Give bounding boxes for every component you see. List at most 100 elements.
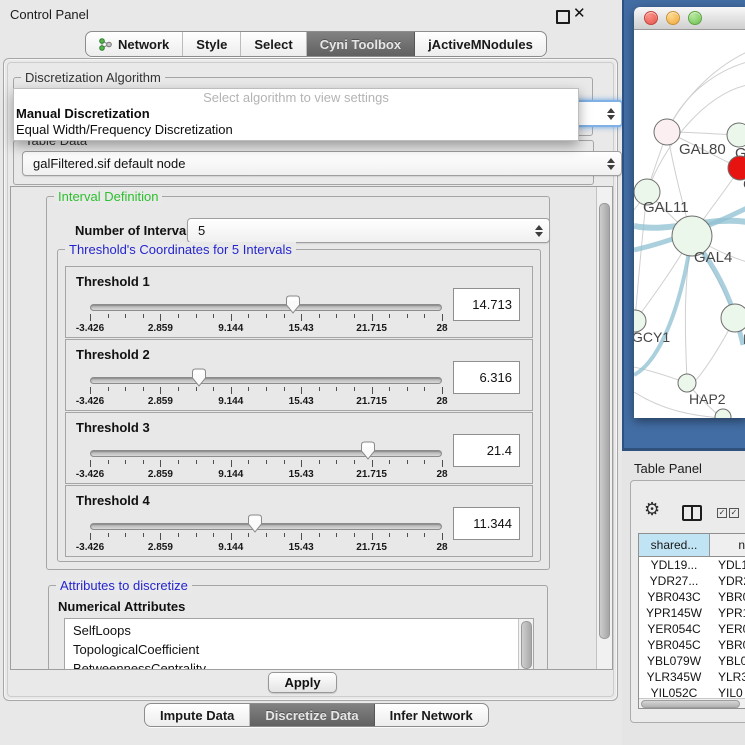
combo-arrows-icon — [607, 158, 615, 170]
checkbox-icon[interactable]: ✓ — [717, 508, 727, 518]
tick-mark — [301, 314, 302, 321]
table-row[interactable]: YBL079WYBL0 — [639, 653, 745, 669]
cell-shared-name: YLR345W — [639, 669, 709, 685]
tab-label-cyni-toolbox: Cyni Toolbox — [320, 37, 401, 52]
mac-zoom-icon[interactable] — [688, 11, 702, 25]
column-header-2[interactable]: na — [710, 534, 745, 556]
tick-mark — [178, 533, 179, 537]
tab-infer-network[interactable]: Infer Network — [375, 704, 488, 726]
tick-mark — [442, 533, 443, 540]
thresholds-group: Threshold's Coordinates for 5 Intervals … — [57, 249, 541, 562]
slider-thumb[interactable] — [192, 368, 207, 387]
attributes-list[interactable]: SelfLoopsTopologicalCoefficientBetweenne… — [64, 618, 534, 670]
tick-mark — [125, 533, 126, 537]
table-row[interactable]: YLR345WYLR3 — [639, 669, 745, 685]
tick-label: 21.715 — [356, 469, 387, 480]
slider-track[interactable] — [90, 304, 442, 311]
popup-item-equal-width-frequency-discretization[interactable]: Equal Width/Frequency Discretization — [14, 122, 578, 138]
tick-mark — [143, 533, 144, 537]
tab-jactivemnodules[interactable]: jActiveMNodules — [415, 32, 546, 56]
node-table[interactable]: shared...na YDL19...YDL1YDR27...YDR2YBR0… — [638, 533, 745, 709]
network-graph: GAL80GACGAL11GAL4GCY1HHAP2 — [634, 30, 745, 418]
tab-select[interactable]: Select — [241, 32, 306, 56]
tick-mark — [160, 387, 161, 394]
attribute-item-betweennesscentrality[interactable]: BetweennessCentrality — [73, 659, 533, 670]
popup-item-list: Manual DiscretizationEqual Width/Frequen… — [14, 106, 578, 138]
network-node-label: GCY1 — [634, 329, 670, 345]
table-row[interactable]: YBR045CYBR0 — [639, 637, 745, 653]
tab-network[interactable]: Network — [86, 32, 183, 56]
tick-mark — [196, 314, 197, 318]
network-window-titlebar[interactable] — [634, 7, 745, 30]
threshold-value-field[interactable]: 21.4 — [453, 434, 520, 467]
threshold-slider-4[interactable]: -3.4262.8599.14415.4321.71528 — [90, 512, 442, 554]
tab-label-network: Network — [118, 37, 169, 52]
table-hscrollbar[interactable] — [639, 698, 745, 708]
threshold-box-1: Threshold 1-3.4262.8599.14415.4321.71528… — [65, 266, 533, 338]
network-node-hap2[interactable] — [678, 374, 696, 392]
tab-style[interactable]: Style — [183, 32, 241, 56]
attribute-item-selfloops[interactable]: SelfLoops — [73, 621, 533, 640]
threshold-label-2: Threshold 2 — [76, 347, 150, 362]
network-node-gal80[interactable] — [654, 119, 680, 145]
attributes-scrollbar[interactable] — [518, 619, 533, 670]
network-node-h[interactable] — [721, 304, 745, 332]
slider-track[interactable] — [90, 523, 442, 530]
tick-mark — [301, 387, 302, 394]
slider-thumb[interactable] — [248, 514, 263, 533]
network-node-ga[interactable] — [727, 123, 745, 147]
close-icon[interactable]: ✕ — [573, 4, 586, 22]
tick-label: 15.43 — [289, 469, 314, 480]
network-node[interactable] — [715, 409, 731, 418]
float-window-icon[interactable] — [556, 10, 570, 24]
attributes-scrollbar-thumb[interactable] — [521, 621, 532, 669]
threshold-label-4: Threshold 4 — [76, 493, 150, 508]
apply-button[interactable]: Apply — [268, 672, 337, 693]
num-intervals-combobox[interactable]: 5 — [187, 218, 550, 243]
table-row[interactable]: YDL19...YDL1 — [639, 557, 745, 573]
tick-mark — [266, 460, 267, 464]
tick-mark — [407, 533, 408, 537]
network-edge-thick[interactable] — [634, 240, 691, 375]
tab-discretize-data[interactable]: Discretize Data — [250, 704, 374, 726]
threshold-value-field[interactable]: 11.344 — [453, 507, 520, 540]
table-row[interactable]: YER054CYER0 — [639, 621, 745, 637]
tick-mark — [213, 314, 214, 318]
network-edge[interactable] — [667, 52, 745, 132]
table-row[interactable]: YPR145WYPR1 — [639, 605, 745, 621]
tick-mark — [143, 460, 144, 464]
cell-name: YDL1 — [709, 557, 745, 573]
threshold-value-field[interactable]: 6.316 — [453, 361, 520, 394]
checkbox-icon[interactable]: ✓ — [729, 508, 739, 518]
table-data-combobox[interactable]: galFiltered.sif default node — [22, 151, 622, 176]
checkboxes-icon[interactable]: ✓ ✓ — [717, 508, 739, 518]
tick-mark — [319, 314, 320, 318]
tab-cyni-toolbox[interactable]: Cyni Toolbox — [307, 32, 415, 56]
table-row[interactable]: YDR27...YDR2 — [639, 573, 745, 589]
slider-thumb[interactable] — [286, 295, 301, 314]
threshold-slider-1[interactable]: -3.4262.8599.14415.4321.71528 — [90, 293, 442, 335]
network-edge[interactable] — [667, 62, 745, 132]
popup-item-manual-discretization[interactable]: Manual Discretization — [14, 106, 578, 122]
gear-icon[interactable]: ⚙ — [644, 501, 660, 519]
threshold-value-field[interactable]: 14.713 — [453, 288, 520, 321]
network-canvas[interactable]: GAL80GACGAL11GAL4GCY1HHAP2 — [634, 30, 745, 418]
tick-mark — [266, 533, 267, 537]
viewport-scrollbar-thumb[interactable] — [599, 203, 610, 639]
table-row[interactable]: YBR043CYBR0 — [639, 589, 745, 605]
threshold-slider-3[interactable]: -3.4262.8599.14415.4321.71528 — [90, 439, 442, 481]
tab-impute-data[interactable]: Impute Data — [145, 704, 250, 726]
mac-close-icon[interactable] — [644, 11, 658, 25]
slider-tick-labels: -3.4262.8599.14415.4321.71528 — [90, 469, 442, 481]
table-hscrollbar-thumb[interactable] — [641, 700, 740, 708]
slider-track[interactable] — [90, 450, 442, 457]
slider-tick-labels: -3.4262.8599.14415.4321.71528 — [90, 396, 442, 408]
slider-track[interactable] — [90, 377, 442, 384]
mac-minimize-icon[interactable] — [666, 11, 680, 25]
split-columns-icon[interactable] — [682, 505, 702, 521]
viewport-scrollbar[interactable] — [596, 187, 612, 669]
slider-thumb[interactable] — [361, 441, 376, 460]
attribute-item-topologicalcoefficient[interactable]: TopologicalCoefficient — [73, 640, 533, 659]
column-header-1[interactable]: shared... — [639, 534, 710, 556]
threshold-slider-2[interactable]: -3.4262.8599.14415.4321.71528 — [90, 366, 442, 408]
